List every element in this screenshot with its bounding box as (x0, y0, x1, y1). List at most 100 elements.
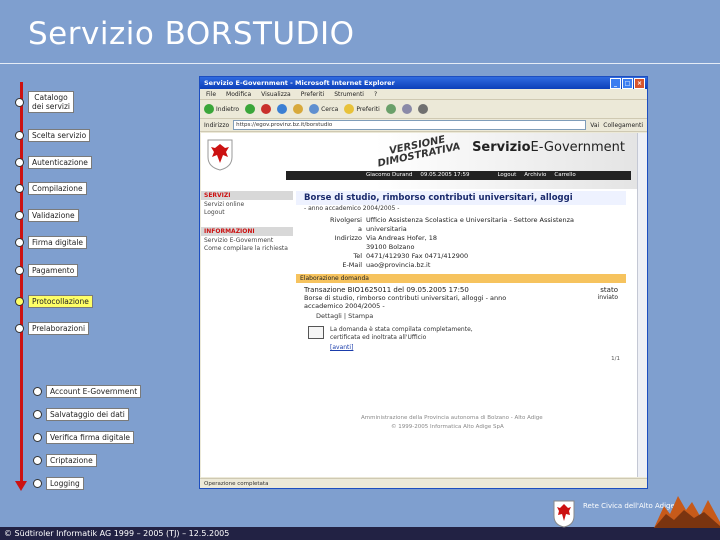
process-substep: Verifica firma digitale (33, 430, 135, 444)
main-content: Borse di studio, rimborso contributi uni… (296, 191, 626, 362)
mail-message-block: La domanda è stata compilata completamen… (296, 320, 626, 352)
email-label: E-Mail (342, 261, 362, 269)
user-bar: Giacomo Durand 09.05.2005 17:59 Logout A… (286, 171, 631, 180)
step-label: Catalogo dei servizi (28, 91, 74, 113)
page-banner: VERSIONE DIMOSTRATIVA ServizioE-Governme… (201, 133, 637, 189)
back-button[interactable]: Indietro (204, 104, 239, 114)
substep-bullet-icon (33, 478, 42, 488)
process-arrow-head (15, 481, 27, 491)
address-label: Indirizzo (204, 121, 230, 129)
archive-link[interactable]: Archivio (524, 171, 546, 180)
copyright-text: © Südtiroler Informatik AG 1999 – 2005 (… (4, 529, 230, 538)
process-step: Prelaborazioni (15, 321, 90, 335)
browser-scrollbar[interactable] (637, 133, 647, 477)
brand-eagle-icon (553, 500, 575, 528)
email-value[interactable]: uao@provincia.bz.it (366, 261, 430, 270)
links-label[interactable]: Collegamenti (603, 122, 647, 129)
step-label: Compilazione (28, 181, 87, 195)
details-links[interactable]: Dettagli | Stampa (296, 310, 626, 320)
menu-tools[interactable]: Strumenti (334, 91, 364, 98)
step-label: Pagamento (28, 263, 79, 277)
step-bullet-icon (15, 210, 24, 220)
address-input[interactable]: https://egov.provinz.bz.it/borstudio (233, 120, 587, 130)
slide-title: Servizio BORSTUDIO (28, 16, 355, 52)
step-bullet-icon (15, 237, 24, 247)
service-logo: ServizioE-Government (472, 140, 625, 155)
menu-help[interactable]: ? (374, 91, 377, 98)
next-link[interactable]: [avanti] (330, 344, 480, 352)
status-value: inviato (597, 294, 618, 301)
address-label: Indirizzo (334, 234, 362, 242)
page-year: - anno accademico 2004/2005 - (304, 205, 400, 212)
step-bullet-icon (15, 183, 24, 193)
title-divider (0, 63, 720, 64)
step-label: Firma digitale (28, 235, 88, 249)
refresh-icon[interactable] (277, 104, 288, 114)
favorites-button[interactable]: Preferiti (344, 104, 380, 114)
sidebar-item-logout[interactable]: Logout (201, 209, 293, 217)
office-label: Rivolgersi a (330, 216, 362, 233)
mail-icon[interactable] (401, 104, 412, 114)
menu-file[interactable]: File (206, 91, 216, 98)
print-icon[interactable] (417, 104, 428, 114)
mail-message: La domanda è stata compilata completamen… (330, 326, 473, 341)
substep-bullet-icon (33, 432, 42, 442)
substep-label: Logging (46, 476, 84, 490)
service-logo-bold: Servizio (472, 140, 531, 155)
forward-arrow-icon[interactable] (245, 104, 256, 114)
step-bullet-icon (15, 265, 24, 275)
substep-label: Account E-Government (46, 384, 142, 398)
phone-label: Tel (353, 252, 362, 260)
process-step: Pagamento (15, 263, 79, 277)
menu-favorites[interactable]: Preferiti (301, 91, 325, 98)
close-button[interactable]: × (634, 78, 645, 89)
phone-row: Tel 0471/412930 Fax 0471/412900 (296, 252, 626, 261)
menu-view[interactable]: Visualizza (261, 91, 291, 98)
step-bullet-icon (15, 296, 24, 306)
history-icon[interactable] (385, 104, 396, 114)
go-button[interactable]: Vai (590, 122, 599, 129)
minimize-button[interactable]: _ (610, 78, 621, 89)
sidebar-heading-services: SERVIZI (201, 191, 293, 200)
maximize-button[interactable]: □ (622, 78, 633, 89)
page-sidebar: SERVIZI Servizi online Logout INFORMAZIO… (201, 191, 293, 291)
sidebar-item-online-services[interactable]: Servizi online (201, 201, 293, 209)
process-step: Compilazione (15, 181, 87, 195)
process-substep: Account E-Government (33, 384, 142, 398)
user-date: 09.05.2005 17:59 (420, 172, 470, 178)
page-heading: Borse di studio, rimborso contributi uni… (296, 191, 626, 205)
process-arrow-line (20, 82, 23, 482)
status-label: stato (600, 286, 618, 294)
sidebar-item-egov[interactable]: Servizio E-Government (201, 237, 293, 245)
home-icon[interactable] (293, 104, 304, 114)
transaction-row: Transazione BIO1625011 del 09.05.2005 17… (296, 283, 626, 294)
step-label: Validazione (28, 208, 79, 222)
back-arrow-icon (204, 104, 214, 114)
substep-label: Salvataggio dei dati (46, 407, 129, 421)
sidebar-heading-info: INFORMAZIONI (201, 227, 293, 236)
step-label: Prelaborazioni (28, 321, 90, 335)
substep-bullet-icon (33, 455, 42, 465)
sidebar-item-howto[interactable]: Come compilare la richiesta (201, 245, 293, 253)
search-button[interactable]: Cerca (309, 104, 338, 114)
logout-link[interactable]: Logout (497, 171, 516, 180)
browser-statusbar: Operazione completata (200, 478, 647, 488)
menu-edit[interactable]: Modifica (226, 91, 251, 98)
process-step: Autenticazione (15, 155, 92, 169)
envelope-icon (308, 326, 324, 339)
address-row: Indirizzo Via Andreas Hofer, 18 (296, 234, 626, 243)
stop-icon[interactable] (261, 104, 272, 114)
process-step: Scelta servizio (15, 128, 91, 142)
phone-value: 0471/412930 Fax 0471/412900 (366, 252, 469, 260)
favorites-label: Preferiti (356, 105, 380, 113)
page-footer-line1: Amministrazione della Provincia autonoma… (361, 415, 543, 421)
cart-link[interactable]: Carrello (554, 171, 575, 180)
star-icon (344, 104, 355, 114)
browser-addressbar: Indirizzo https://egov.provinz.bz.it/bor… (200, 119, 647, 132)
transaction-desc: Borse di studio, rimborso contributi uni… (304, 294, 507, 310)
transaction-text: Transazione BIO1625011 del 09.05.2005 17… (304, 286, 469, 294)
city-label (326, 243, 362, 252)
page-number: 1/1 (611, 356, 620, 362)
substep-bullet-icon (33, 409, 42, 419)
step-label: Protocollazione (28, 294, 93, 308)
